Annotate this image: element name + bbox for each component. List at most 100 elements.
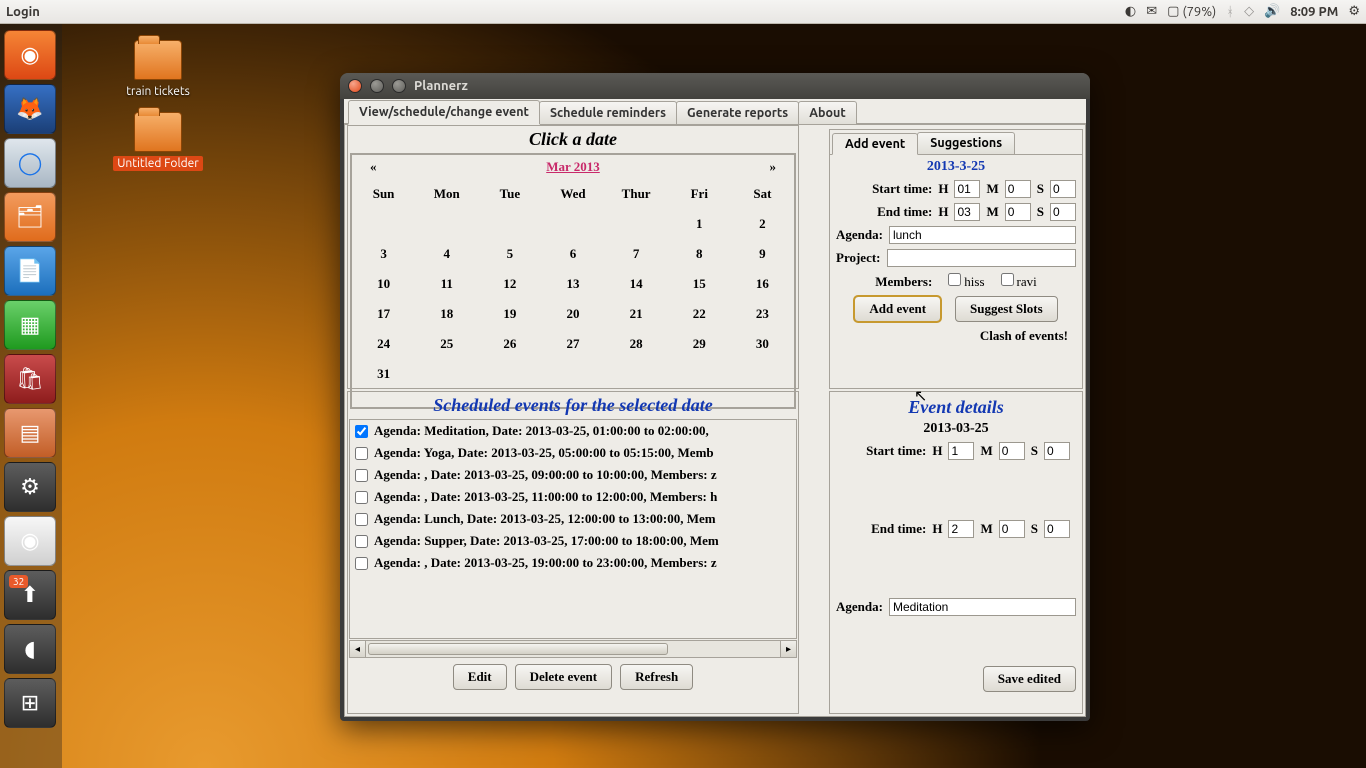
horizontal-scrollbar[interactable]: ◂ ▸ xyxy=(349,640,797,658)
end-hour-input[interactable] xyxy=(954,203,980,221)
volume-icon[interactable]: 🔊 xyxy=(1264,4,1280,19)
details-agenda-input[interactable] xyxy=(889,598,1076,616)
details-end-min[interactable] xyxy=(999,520,1025,538)
project-input[interactable] xyxy=(887,249,1076,267)
dash-icon[interactable]: ◉ xyxy=(4,30,56,80)
impress-icon[interactable]: ▤ xyxy=(4,408,56,458)
event-checkbox[interactable] xyxy=(355,447,368,460)
refresh-button[interactable]: Refresh xyxy=(620,664,693,690)
calendar-cell[interactable]: 3 xyxy=(352,239,415,269)
event-list-item[interactable]: Agenda: Supper, Date: 2013-03-25, 17:00:… xyxy=(350,530,796,552)
calendar-cell[interactable]: 21 xyxy=(605,299,668,329)
calendar-cell[interactable]: 11 xyxy=(415,269,478,299)
details-start-hour[interactable] xyxy=(948,442,974,460)
details-start-min[interactable] xyxy=(999,442,1025,460)
scroll-right-icon[interactable]: ▸ xyxy=(780,641,796,657)
start-min-input[interactable] xyxy=(1005,180,1031,198)
event-checkbox[interactable] xyxy=(355,513,368,526)
event-list-item[interactable]: Agenda: , Date: 2013-03-25, 19:00:00 to … xyxy=(350,552,796,574)
event-list-item[interactable]: Agenda: Meditation, Date: 2013-03-25, 01… xyxy=(350,420,796,442)
end-sec-input[interactable] xyxy=(1050,203,1076,221)
tab-reminders[interactable]: Schedule reminders xyxy=(539,101,677,124)
minimize-icon[interactable] xyxy=(370,79,384,93)
system-indicators[interactable]: ◐ ✉ ▢(79%) ᚼ ◇ 🔊 8:09 PM ⚙ xyxy=(1125,4,1360,19)
bluetooth-icon[interactable]: ᚼ xyxy=(1226,5,1234,19)
suggest-slots-button[interactable]: Suggest Slots xyxy=(955,296,1058,322)
files-icon[interactable]: 🗂 xyxy=(4,192,56,242)
session-icon[interactable]: ⚙ xyxy=(1348,4,1360,19)
calendar-cell[interactable]: 24 xyxy=(352,329,415,359)
event-list-item[interactable]: Agenda: Yoga, Date: 2013-03-25, 05:00:00… xyxy=(350,442,796,464)
calendar-cell[interactable]: 19 xyxy=(478,299,541,329)
calendar-cell[interactable]: 8 xyxy=(668,239,731,269)
eclipse-icon[interactable]: ◖ xyxy=(4,624,56,674)
add-event-button[interactable]: Add event xyxy=(854,296,941,322)
scroll-left-icon[interactable]: ◂ xyxy=(350,641,366,657)
calendar-cell[interactable]: 5 xyxy=(478,239,541,269)
calendar-cell[interactable]: 18 xyxy=(415,299,478,329)
event-checkbox[interactable] xyxy=(355,425,368,438)
event-checkbox[interactable] xyxy=(355,491,368,504)
workspace-switcher-icon[interactable]: ⊞ xyxy=(4,678,56,728)
settings-icon[interactable]: ⚙ xyxy=(4,462,56,512)
close-icon[interactable] xyxy=(348,79,362,93)
member-checkbox-ravi[interactable]: ravi xyxy=(1001,273,1037,290)
desktop-folder-train-tickets[interactable]: train tickets xyxy=(108,40,208,99)
tab-add-event[interactable]: Add event xyxy=(832,133,918,155)
details-end-sec[interactable] xyxy=(1044,520,1070,538)
calendar-cell[interactable]: 12 xyxy=(478,269,541,299)
chromium-icon[interactable]: ◯ xyxy=(4,138,56,188)
desktop-folder-untitled[interactable]: Untitled Folder xyxy=(108,112,208,171)
calendar-cell[interactable]: 14 xyxy=(605,269,668,299)
member-checkbox-hiss[interactable]: hiss xyxy=(948,273,984,290)
calendar-cell[interactable]: 28 xyxy=(605,329,668,359)
calendar-month[interactable]: Mar 2013 xyxy=(546,159,600,175)
calendar-next[interactable]: » xyxy=(770,159,777,175)
agenda-input[interactable] xyxy=(889,226,1076,244)
messaging-icon[interactable]: ◐ xyxy=(1125,4,1136,19)
event-checkbox[interactable] xyxy=(355,557,368,570)
details-start-sec[interactable] xyxy=(1044,442,1070,460)
calendar-cell[interactable]: 26 xyxy=(478,329,541,359)
calendar-cell[interactable]: 15 xyxy=(668,269,731,299)
calendar-cell[interactable]: 7 xyxy=(605,239,668,269)
writer-icon[interactable]: 📄 xyxy=(4,246,56,296)
battery-indicator[interactable]: ▢(79%) xyxy=(1167,4,1216,19)
window-titlebar[interactable]: Plannerz xyxy=(340,73,1090,99)
calendar-cell[interactable]: 31 xyxy=(352,359,415,389)
clock[interactable]: 8:09 PM xyxy=(1290,5,1338,19)
calendar-cell[interactable]: 22 xyxy=(668,299,731,329)
network-icon[interactable]: ◇ xyxy=(1244,4,1254,19)
updates-icon[interactable]: ⬆ xyxy=(4,570,56,620)
details-end-hour[interactable] xyxy=(948,520,974,538)
calendar-cell[interactable]: 27 xyxy=(541,329,604,359)
calendar-cell[interactable]: 1 xyxy=(668,209,731,239)
calendar-prev[interactable]: « xyxy=(370,159,377,175)
start-sec-input[interactable] xyxy=(1050,180,1076,198)
start-hour-input[interactable] xyxy=(954,180,980,198)
tab-view-schedule[interactable]: View/schedule/change event xyxy=(348,100,540,125)
event-list-item[interactable]: Agenda: , Date: 2013-03-25, 11:00:00 to … xyxy=(350,486,796,508)
calendar-cell[interactable]: 25 xyxy=(415,329,478,359)
calendar-cell[interactable]: 17 xyxy=(352,299,415,329)
calendar-cell[interactable]: 6 xyxy=(541,239,604,269)
end-min-input[interactable] xyxy=(1005,203,1031,221)
event-checkbox[interactable] xyxy=(355,469,368,482)
firefox-icon[interactable]: 🦊 xyxy=(4,84,56,134)
delete-event-button[interactable]: Delete event xyxy=(515,664,613,690)
event-list-item[interactable]: Agenda: Lunch, Date: 2013-03-25, 12:00:0… xyxy=(350,508,796,530)
edit-button[interactable]: Edit xyxy=(453,664,507,690)
calendar-cell[interactable]: 10 xyxy=(352,269,415,299)
tab-about[interactable]: About xyxy=(798,101,857,124)
calendar-cell[interactable]: 9 xyxy=(731,239,794,269)
calendar-cell[interactable]: 13 xyxy=(541,269,604,299)
software-center-icon[interactable]: 🛍 xyxy=(4,354,56,404)
calendar-cell[interactable]: 29 xyxy=(668,329,731,359)
calendar-cell[interactable]: 30 xyxy=(731,329,794,359)
save-edited-button[interactable]: Save edited xyxy=(983,666,1076,692)
event-checkbox[interactable] xyxy=(355,535,368,548)
tab-reports[interactable]: Generate reports xyxy=(676,101,799,124)
calendar-cell[interactable]: 2 xyxy=(731,209,794,239)
tab-suggestions[interactable]: Suggestions xyxy=(917,132,1015,154)
event-list-item[interactable]: Agenda: , Date: 2013-03-25, 09:00:00 to … xyxy=(350,464,796,486)
